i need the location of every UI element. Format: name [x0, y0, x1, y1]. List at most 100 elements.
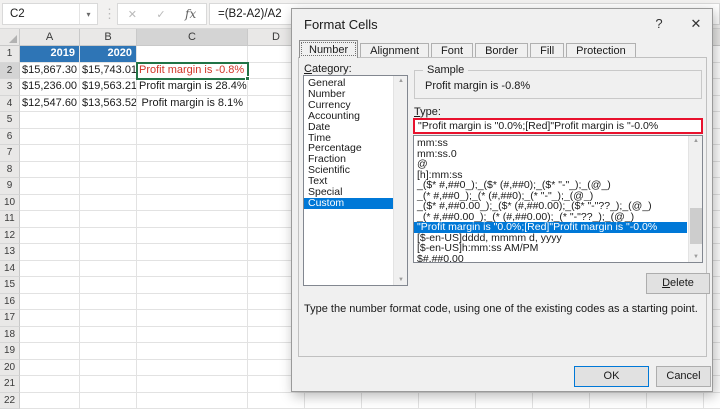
- help-icon[interactable]: ?: [648, 13, 670, 35]
- format-code-item[interactable]: "Profit margin is "0.0%;[Red]"Profit mar…: [414, 222, 687, 233]
- name-box[interactable]: C2 ▾: [2, 3, 98, 25]
- type-input[interactable]: "Profit margin is "0.0%;[Red]"Profit mar…: [413, 118, 703, 134]
- fill-handle[interactable]: [245, 76, 250, 81]
- format-code-item[interactable]: _(* #,##0_);_(* (#,##0);_(* "-"_);_(@_): [414, 191, 687, 202]
- scroll-up-icon[interactable]: ▲: [394, 78, 408, 84]
- format-code-item[interactable]: _($* #,##0_);_($* (#,##0);_($* "-"_);_(@…: [414, 180, 687, 191]
- row-header-18[interactable]: 18: [0, 327, 20, 344]
- row-header-12[interactable]: 12: [0, 228, 20, 245]
- ok-button[interactable]: OK: [574, 366, 649, 387]
- cell-B13[interactable]: [80, 244, 137, 261]
- cell-B9[interactable]: [80, 178, 137, 195]
- column-header-A[interactable]: A: [20, 29, 80, 46]
- dialog-tab[interactable]: Border: [475, 43, 528, 58]
- cell-A17[interactable]: [20, 310, 80, 327]
- row-header-1[interactable]: 1: [0, 46, 20, 63]
- cell-C15[interactable]: [137, 277, 248, 294]
- cell-B15[interactable]: [80, 277, 137, 294]
- cell-C16[interactable]: [137, 294, 248, 311]
- cell-A19[interactable]: [20, 343, 80, 360]
- cell-C6[interactable]: [137, 129, 248, 146]
- category-item[interactable]: Accounting: [304, 111, 407, 122]
- delete-button[interactable]: Delete: [646, 273, 710, 294]
- cell-A6[interactable]: [20, 129, 80, 146]
- cell-A7[interactable]: [20, 145, 80, 162]
- row-header-10[interactable]: 10: [0, 195, 20, 212]
- format-code-item[interactable]: mm:ss.0: [414, 149, 687, 160]
- format-code-item[interactable]: $#,##0.00: [414, 254, 687, 264]
- cell-B7[interactable]: [80, 145, 137, 162]
- dialog-tab[interactable]: Protection: [566, 43, 636, 58]
- row-header-13[interactable]: 13: [0, 244, 20, 261]
- format-code-item[interactable]: [$-en-US]dddd, mmmm d, yyyy: [414, 233, 687, 244]
- cell-B6[interactable]: [80, 129, 137, 146]
- dialog-tab[interactable]: Alignment: [360, 43, 429, 58]
- row-header-6[interactable]: 6: [0, 129, 20, 146]
- row-header-21[interactable]: 21: [0, 376, 20, 393]
- cell-B19[interactable]: [80, 343, 137, 360]
- cell-C9[interactable]: [137, 178, 248, 195]
- cell-A14[interactable]: [20, 261, 80, 278]
- cell-C19[interactable]: [137, 343, 248, 360]
- row-header-20[interactable]: 20: [0, 360, 20, 377]
- scrollbar-thumb[interactable]: [690, 208, 702, 244]
- cell-B17[interactable]: [80, 310, 137, 327]
- cell-C17[interactable]: [137, 310, 248, 327]
- scroll-up-icon[interactable]: ▲: [689, 138, 703, 144]
- row-header-11[interactable]: 11: [0, 211, 20, 228]
- scroll-down-icon[interactable]: ▼: [394, 277, 408, 283]
- cell-B3[interactable]: $19,563.21: [80, 79, 137, 96]
- row-header-2[interactable]: 2: [0, 63, 20, 80]
- cell-C13[interactable]: [137, 244, 248, 261]
- cell-C21[interactable]: [137, 376, 248, 393]
- cell-A10[interactable]: [20, 195, 80, 212]
- cell-B16[interactable]: [80, 294, 137, 311]
- cell-C14[interactable]: [137, 261, 248, 278]
- cell-B10[interactable]: [80, 195, 137, 212]
- format-code-item[interactable]: mm:ss: [414, 138, 687, 149]
- cell-A9[interactable]: [20, 178, 80, 195]
- cell-B21[interactable]: [80, 376, 137, 393]
- cell-B2[interactable]: $15,743.01: [80, 63, 137, 80]
- cell-A16[interactable]: [20, 294, 80, 311]
- cell-A12[interactable]: [20, 228, 80, 245]
- cell-A15[interactable]: [20, 277, 80, 294]
- scroll-down-icon[interactable]: ▼: [689, 254, 703, 260]
- row-header-3[interactable]: 3: [0, 79, 20, 96]
- cell-C1[interactable]: [137, 46, 248, 63]
- category-item[interactable]: Date: [304, 122, 407, 133]
- format-code-scrollbar[interactable]: ▲ ▼: [688, 136, 702, 262]
- cell-A8[interactable]: [20, 162, 80, 179]
- row-header-5[interactable]: 5: [0, 112, 20, 129]
- cell-B20[interactable]: [80, 360, 137, 377]
- row-header-14[interactable]: 14: [0, 261, 20, 278]
- category-item[interactable]: Custom: [304, 198, 407, 209]
- name-box-value[interactable]: C2: [3, 8, 79, 20]
- dialog-tab[interactable]: Number: [299, 40, 358, 58]
- format-code-item[interactable]: [$-en-US]h:mm:ss AM/PM: [414, 243, 687, 254]
- dialog-tab[interactable]: Font: [431, 43, 473, 58]
- cell-C11[interactable]: [137, 211, 248, 228]
- cell-B14[interactable]: [80, 261, 137, 278]
- row-header-16[interactable]: 16: [0, 294, 20, 311]
- dialog-tab[interactable]: Fill: [530, 43, 564, 58]
- row-header-9[interactable]: 9: [0, 178, 20, 195]
- cell-C8[interactable]: [137, 162, 248, 179]
- row-header-15[interactable]: 15: [0, 277, 20, 294]
- cell-A1[interactable]: 2019: [20, 46, 80, 63]
- cell-C2[interactable]: Profit margin is -0.8%: [137, 63, 248, 80]
- cell-A21[interactable]: [20, 376, 80, 393]
- cell-A4[interactable]: $12,547.60: [20, 96, 80, 113]
- cell-B1[interactable]: 2020: [80, 46, 137, 63]
- close-icon[interactable]: ✕: [684, 13, 708, 35]
- cell-A11[interactable]: [20, 211, 80, 228]
- cell-A3[interactable]: $15,236.00: [20, 79, 80, 96]
- cell-C5[interactable]: [137, 112, 248, 129]
- cell-B18[interactable]: [80, 327, 137, 344]
- chevron-down-icon[interactable]: ▾: [79, 4, 97, 24]
- cell-A20[interactable]: [20, 360, 80, 377]
- cell-C7[interactable]: [137, 145, 248, 162]
- cell-B11[interactable]: [80, 211, 137, 228]
- column-header-C[interactable]: C: [137, 29, 248, 46]
- cell-A13[interactable]: [20, 244, 80, 261]
